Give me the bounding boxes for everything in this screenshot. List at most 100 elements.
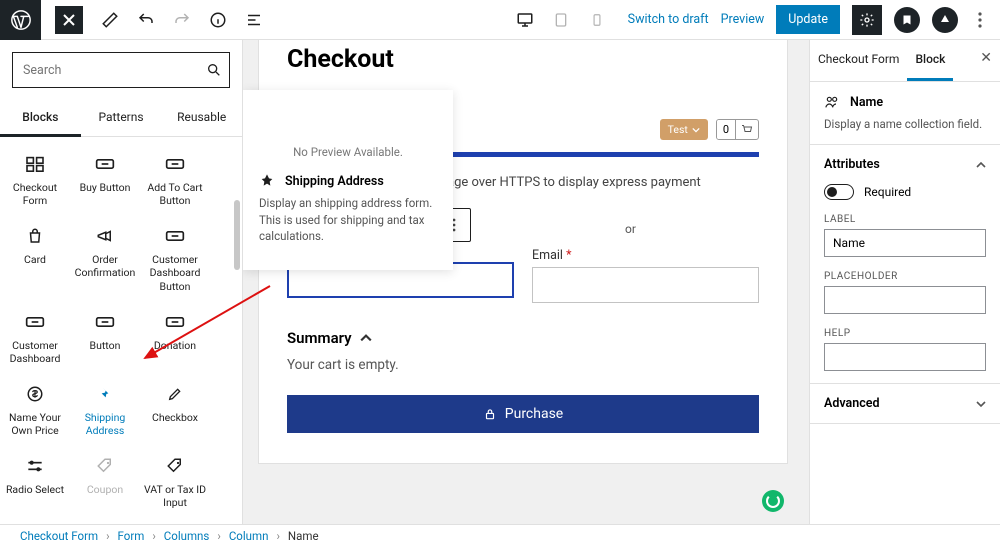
rect-icon — [142, 309, 208, 335]
rect-icon — [142, 151, 208, 177]
breadcrumb-item[interactable]: Column — [229, 529, 269, 543]
breadcrumb-item[interactable]: Columns — [164, 529, 210, 543]
breadcrumb-item[interactable]: Form — [118, 529, 145, 543]
rect-icon — [72, 151, 138, 177]
grid-icon — [2, 151, 68, 177]
tab-blocks[interactable]: Blocks — [0, 100, 81, 136]
update-button[interactable]: Update — [776, 5, 840, 34]
label-field-label: LABEL — [824, 214, 986, 225]
block-name-title: Name — [850, 95, 883, 110]
block-item-order-confirmation[interactable]: Order Confirmation — [70, 213, 140, 298]
grammarly-badge-icon[interactable] — [762, 490, 784, 512]
purchase-button[interactable]: Purchase — [287, 395, 759, 433]
label-input[interactable] — [824, 229, 986, 257]
pin-icon — [72, 381, 138, 407]
pen-icon — [142, 381, 208, 407]
rect-icon — [2, 309, 68, 335]
chevron-up-icon — [360, 332, 372, 344]
or-divider: or — [502, 222, 759, 236]
editor-topbar: Switch to draft Preview Update — [0, 0, 1000, 40]
required-toggle[interactable] — [824, 184, 854, 200]
block-preview-popover: No Preview Available. Shipping Address D… — [243, 90, 453, 270]
no-preview-text: No Preview Available. — [243, 90, 453, 159]
test-mode-pill[interactable]: Test — [660, 119, 708, 140]
tablet-icon[interactable] — [552, 11, 570, 29]
wp-logo[interactable] — [0, 0, 41, 40]
email-field-block[interactable]: Email * — [532, 248, 759, 303]
bag-icon — [2, 223, 68, 249]
undo-icon[interactable] — [137, 11, 155, 29]
block-item-express[interactable]: Express — [140, 515, 210, 524]
block-item-card[interactable]: Card — [0, 213, 70, 298]
edit-icon[interactable] — [101, 11, 119, 29]
info-icon[interactable] — [209, 11, 227, 29]
more-menu-icon[interactable] — [970, 12, 990, 28]
block-desc: Display a name collection field. — [824, 116, 986, 132]
blocks-grid: Checkout FormBuy ButtonAdd To Cart Butto… — [0, 137, 242, 524]
block-item-divider[interactable]: Divider — [0, 515, 70, 524]
tab-block[interactable]: Block — [907, 40, 953, 81]
megaphone-icon — [72, 223, 138, 249]
search-input[interactable] — [12, 52, 230, 88]
pin-icon — [259, 173, 275, 189]
tab-reusable[interactable]: Reusable — [161, 100, 242, 136]
help-field-label: HELP — [824, 328, 986, 339]
block-item-customer-dashboard-button[interactable]: Customer Dashboard Button — [140, 213, 210, 298]
help-input[interactable] — [824, 343, 986, 371]
page-title: Checkout — [287, 45, 759, 74]
radio-icon — [2, 453, 68, 479]
breadcrumb-item[interactable]: Checkout Form — [20, 529, 98, 543]
https-warning: age over HTTPS to display express paymen… — [447, 175, 759, 190]
close-inserter-button[interactable] — [55, 6, 83, 34]
block-item-name-your-own-price[interactable]: Name Your Own Price — [0, 371, 70, 443]
summary-toggle[interactable]: Summary — [287, 329, 759, 347]
block-item-email[interactable]: Email — [70, 515, 140, 524]
block-item-vat-or-tax-id-input[interactable]: VAT or Tax ID Input — [140, 443, 210, 515]
block-item-coupon[interactable]: Coupon — [70, 443, 140, 515]
close-settings-icon[interactable]: ✕ — [980, 50, 992, 66]
plugin-icon-2[interactable] — [932, 7, 958, 33]
block-item-button[interactable]: Button — [70, 299, 140, 371]
block-item-customer-dashboard[interactable]: Customer Dashboard — [0, 299, 70, 371]
block-inserter-panel: Blocks Patterns Reusable Checkout FormBu… — [0, 40, 243, 524]
breadcrumb: Checkout Form› Form› Columns› Column› Na… — [0, 524, 1000, 546]
cart-empty-text: Your cart is empty. — [287, 357, 759, 373]
chevron-down-icon — [976, 399, 986, 409]
rect-icon — [72, 309, 138, 335]
mobile-icon[interactable] — [588, 11, 606, 29]
cart-counter[interactable]: 0 — [716, 119, 759, 140]
switch-to-draft-link[interactable]: Switch to draft — [628, 12, 709, 27]
block-item-checkout-form[interactable]: Checkout Form — [0, 141, 70, 213]
scrollbar[interactable] — [234, 200, 240, 270]
redo-icon — [173, 11, 191, 29]
attributes-panel-toggle[interactable]: Attributes — [824, 157, 986, 172]
tab-patterns[interactable]: Patterns — [81, 100, 162, 136]
search-icon — [206, 62, 222, 78]
person-icon — [824, 94, 840, 110]
plugin-icon-1[interactable] — [894, 7, 920, 33]
lock-icon — [483, 407, 497, 421]
email-input[interactable] — [532, 267, 759, 303]
placeholder-input[interactable] — [824, 286, 986, 314]
editor-canvas: Checkout Test 0 age over HTTPS to displa… — [243, 40, 809, 524]
tag-icon — [72, 453, 138, 479]
block-item-buy-button[interactable]: Buy Button — [70, 141, 140, 213]
advanced-panel-toggle[interactable]: Advanced — [824, 396, 986, 411]
outline-icon[interactable] — [245, 11, 263, 29]
tab-checkout-form[interactable]: Checkout Form — [810, 40, 907, 81]
dollar-icon — [2, 381, 68, 407]
settings-gear-button[interactable] — [852, 5, 882, 35]
block-item-radio-select[interactable]: Radio Select — [0, 443, 70, 515]
rect-icon — [142, 223, 208, 249]
required-label: Required — [864, 185, 911, 199]
preview-desc: Display an shipping address form. This i… — [259, 195, 437, 245]
preview-link[interactable]: Preview — [721, 12, 765, 27]
tag-icon — [142, 453, 208, 479]
inserter-tabs: Blocks Patterns Reusable — [0, 100, 242, 137]
block-item-checkbox[interactable]: Checkbox — [140, 371, 210, 443]
desktop-icon[interactable] — [516, 11, 534, 29]
breadcrumb-current: Name — [288, 529, 319, 543]
block-item-add-to-cart-button[interactable]: Add To Cart Button — [140, 141, 210, 213]
block-item-shipping-address[interactable]: Shipping Address — [70, 371, 140, 443]
block-item-donation[interactable]: Donation — [140, 299, 210, 371]
